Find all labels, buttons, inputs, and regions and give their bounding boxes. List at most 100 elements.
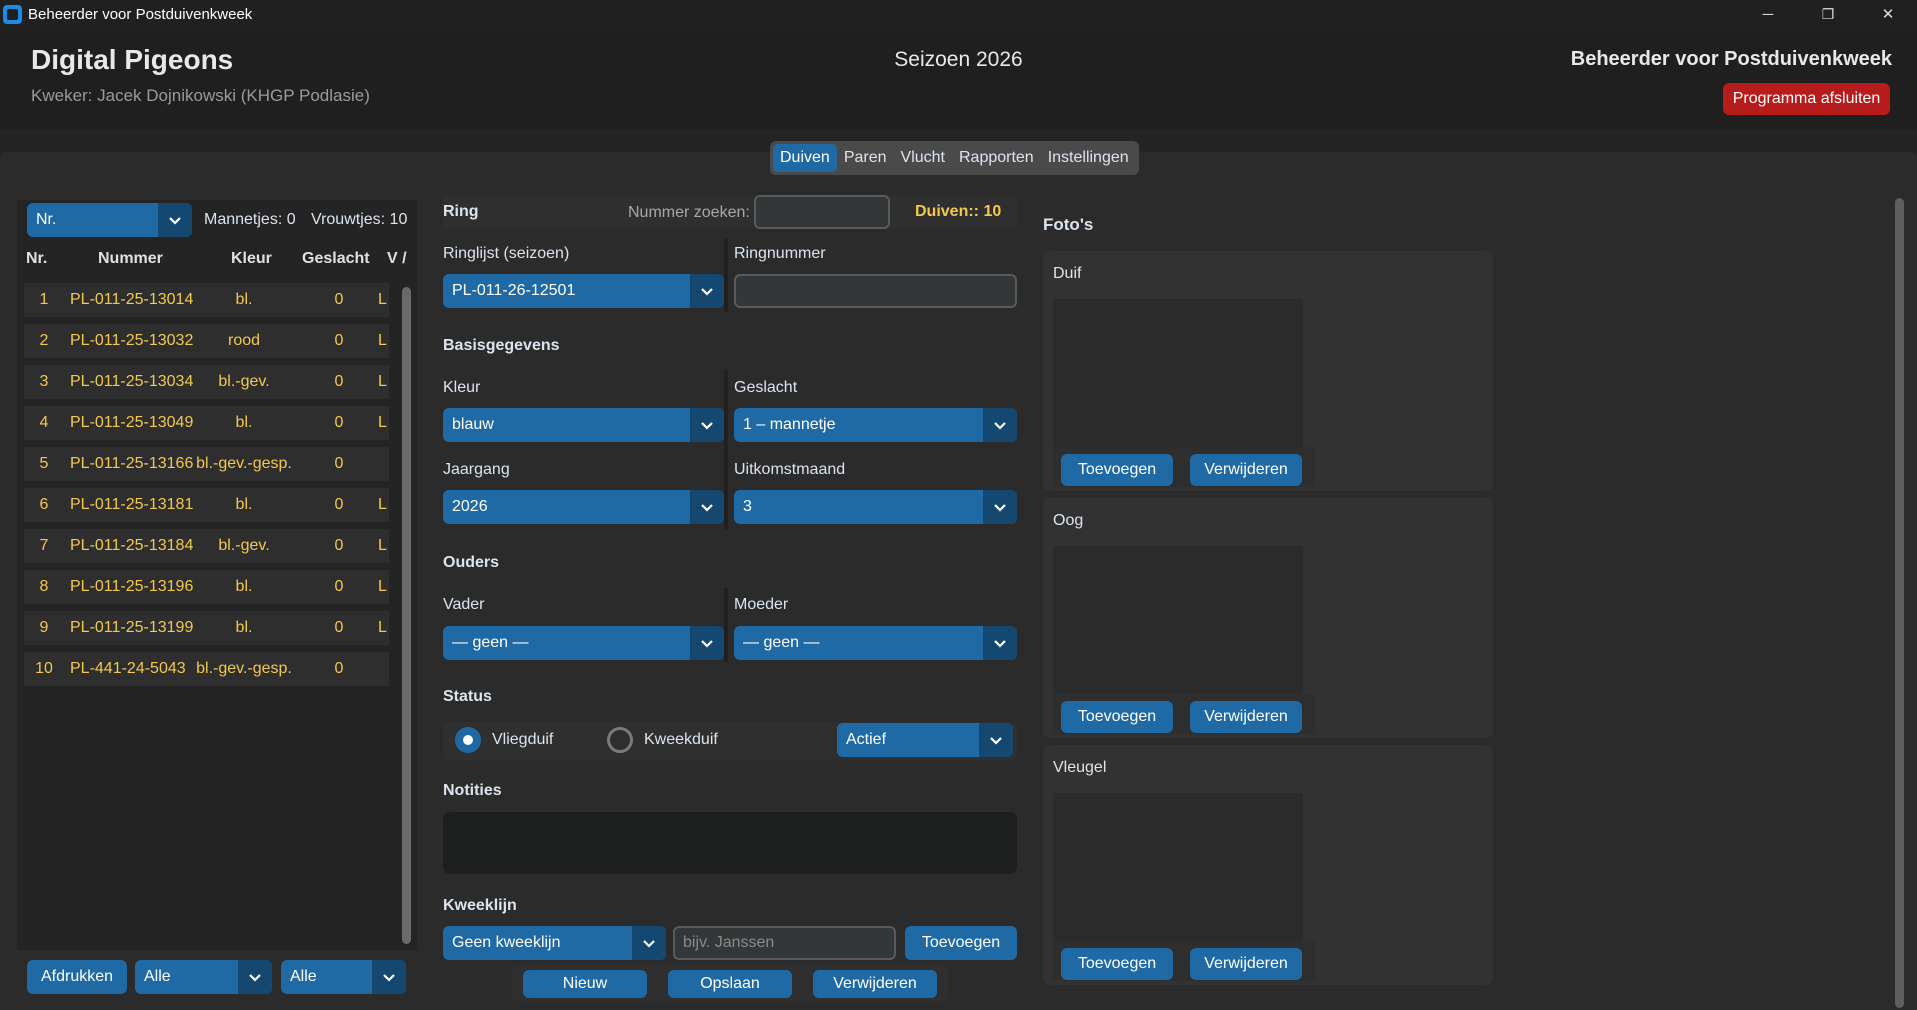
radio-kweekduif-label[interactable]: Kweekduif (644, 731, 718, 749)
chevron-down-icon[interactable] (690, 626, 724, 660)
chevron-down-icon[interactable] (690, 274, 724, 308)
filter-dropdown-2[interactable]: Alle (281, 960, 406, 994)
delete-button[interactable]: Verwijderen (813, 970, 937, 998)
jaargang-value: 2026 (452, 498, 488, 515)
sort-dropdown[interactable]: Nr. (27, 203, 192, 237)
uitkomst-dropdown[interactable]: 3 (734, 490, 1017, 524)
quit-button[interactable]: Programma afsluiten (1723, 83, 1890, 115)
photo-remove-button[interactable]: Verwijderen (1190, 701, 1302, 733)
chevron-down-icon[interactable] (372, 960, 406, 994)
col-header-nr[interactable]: Nr. (26, 250, 47, 268)
title-bar: Beheerder voor Postduivenkweek ─ ❐ ✕ (0, 0, 1917, 28)
kweeklijn-section-title: Kweeklijn (443, 897, 517, 914)
chevron-down-icon[interactable] (983, 626, 1017, 660)
print-button[interactable]: Afdrukken (27, 960, 127, 994)
table-row[interactable]: 8 PL-011-25-13196 bl. 0 L (24, 570, 389, 604)
tab-instellingen[interactable]: Instellingen (1041, 144, 1136, 172)
ringlist-dropdown[interactable]: PL-011-26-12501 (443, 274, 724, 308)
table-row[interactable]: 3 PL-011-25-13034 bl.-gev. 0 L (24, 365, 389, 399)
chevron-down-icon[interactable] (983, 490, 1017, 524)
ringnumber-input[interactable] (734, 274, 1017, 308)
vader-label: Vader (443, 596, 485, 613)
vader-value: — geen — (452, 634, 529, 651)
photo-card-vleugel: Vleugel Toevoegen Verwijderen (1043, 745, 1493, 985)
restore-button[interactable]: ❐ (1798, 0, 1858, 28)
cell-geslacht: 0 (334, 291, 344, 308)
main-scrollbar[interactable] (1895, 198, 1904, 1008)
tab-duiven[interactable]: Duiven (773, 144, 837, 172)
photo-placeholder (1053, 299, 1303, 447)
chevron-down-icon[interactable] (238, 960, 272, 994)
cell-v: L (378, 373, 387, 390)
app-title: Beheerder voor Postduivenkweek (1570, 48, 1892, 70)
window-title: Beheerder voor Postduivenkweek (28, 6, 253, 23)
chevron-down-icon[interactable] (979, 723, 1013, 757)
cell-v: L (378, 578, 387, 595)
radio-vliegduif-label[interactable]: Vliegduif (492, 731, 553, 749)
col-header-kleur[interactable]: Kleur (231, 250, 272, 268)
filter-dropdown-1[interactable]: Alle (135, 960, 272, 994)
ring-section-title: Ring (443, 203, 479, 220)
jaargang-label: Jaargang (443, 461, 510, 478)
tab-vlucht[interactable]: Vlucht (894, 144, 952, 172)
cell-nr: 5 (39, 455, 49, 472)
kweeklijn-add-button[interactable]: Toevoegen (905, 926, 1017, 960)
save-button[interactable]: Opslaan (668, 970, 792, 998)
geslacht-dropdown[interactable]: 1 – mannetje (734, 408, 1017, 442)
chevron-down-icon[interactable] (632, 926, 666, 960)
status-section-title: Status (443, 688, 492, 705)
new-button[interactable]: Nieuw (523, 970, 647, 998)
chevron-down-icon[interactable] (983, 408, 1017, 442)
table-row[interactable]: 2 PL-011-25-13032 rood 0 L (24, 324, 389, 358)
status-dropdown[interactable]: Actief (837, 723, 1013, 757)
search-input[interactable] (754, 195, 890, 229)
tab-rapporten[interactable]: Rapporten (952, 144, 1041, 172)
table-row[interactable]: 7 PL-011-25-13184 bl.-gev. 0 L (24, 529, 389, 563)
filter-2-value: Alle (290, 968, 317, 985)
photo-add-button[interactable]: Toevoegen (1061, 701, 1173, 733)
cell-geslacht: 0 (334, 660, 344, 677)
kweeklijn-dropdown[interactable]: Geen kweeklijn (443, 926, 666, 960)
ringlist-label: Ringlijst (seizoen) (443, 245, 570, 262)
table-row[interactable]: 5 PL-011-25-13166 bl.-gev.-gesp. 0 (24, 447, 389, 481)
table-row[interactable]: 9 PL-011-25-13199 bl. 0 L (24, 611, 389, 645)
table-row[interactable]: 1 PL-011-25-13014 bl. 0 L (24, 283, 389, 317)
photo-remove-button[interactable]: Verwijderen (1190, 454, 1302, 486)
chevron-down-icon[interactable] (690, 408, 724, 442)
cell-geslacht: 0 (334, 578, 344, 595)
chevron-down-icon[interactable] (690, 490, 724, 524)
chevron-down-icon[interactable] (158, 203, 192, 237)
col-header-nummer[interactable]: Nummer (98, 250, 163, 268)
kweeklijn-input[interactable]: bijv. Janssen (673, 926, 896, 960)
geslacht-value: 1 – mannetje (743, 416, 836, 433)
table-row[interactable]: 6 PL-011-25-13181 bl. 0 L (24, 488, 389, 522)
minimize-button[interactable]: ─ (1738, 0, 1798, 28)
jaargang-dropdown[interactable]: 2026 (443, 490, 724, 524)
kleur-dropdown[interactable]: blauw (443, 408, 724, 442)
radio-vliegduif[interactable] (455, 727, 481, 753)
list-scrollbar[interactable] (402, 287, 411, 944)
col-header-v[interactable]: V / (387, 250, 407, 268)
cell-geslacht: 0 (334, 373, 344, 390)
notes-section-title: Notities (443, 782, 502, 799)
moeder-value: — geen — (743, 634, 820, 651)
col-header-geslacht[interactable]: Geslacht (302, 250, 370, 268)
cell-v: L (378, 332, 387, 349)
radio-kweekduif[interactable] (607, 727, 633, 753)
kweeklijn-value: Geen kweeklijn (452, 934, 561, 951)
ouders-section-title: Ouders (443, 554, 500, 571)
photo-add-button[interactable]: Toevoegen (1061, 454, 1173, 486)
moeder-dropdown[interactable]: — geen — (734, 626, 1017, 660)
table-row[interactable]: 10 PL-441-24-5043 bl.-gev.-gesp. 0 (24, 652, 389, 686)
tab-paren[interactable]: Paren (837, 144, 894, 172)
photo-add-button[interactable]: Toevoegen (1061, 948, 1173, 980)
photo-remove-button[interactable]: Verwijderen (1190, 948, 1302, 980)
divider (724, 370, 728, 530)
filter-1-value: Alle (144, 968, 171, 985)
table-row[interactable]: 4 PL-011-25-13049 bl. 0 L (24, 406, 389, 440)
notes-textarea[interactable] (443, 812, 1017, 874)
cell-v: L (378, 496, 387, 513)
vader-dropdown[interactable]: — geen — (443, 626, 724, 660)
uitkomst-label: Uitkomstmaand (734, 461, 846, 478)
close-button[interactable]: ✕ (1858, 0, 1917, 28)
